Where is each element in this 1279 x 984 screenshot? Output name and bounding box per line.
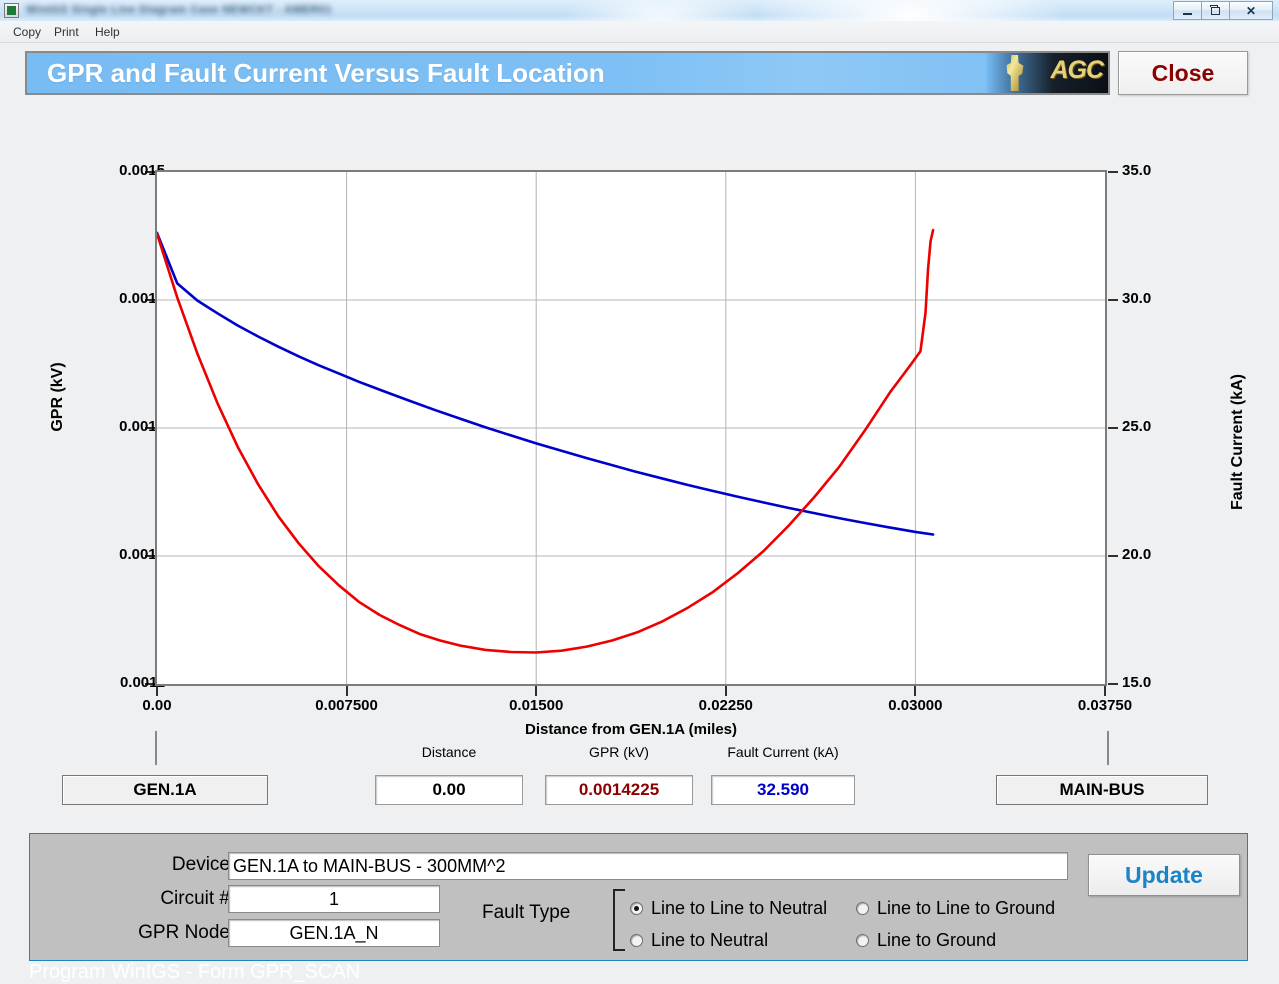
close-button[interactable]: Close xyxy=(1118,51,1248,95)
connector-right xyxy=(1107,731,1109,765)
series-layer xyxy=(155,228,935,654)
x-tick-label: 0.03000 xyxy=(888,697,943,714)
radio-line-to-neutral[interactable]: Line to Neutral xyxy=(630,930,768,951)
radio-line-to-line-to-neutral[interactable]: Line to Line to Neutral xyxy=(630,898,827,919)
os-title-bar: WinIGS Single Line Diagram Case NEWCKT -… xyxy=(0,0,1279,21)
update-button[interactable]: Update xyxy=(1088,854,1240,896)
distance-readout-value: 0.00 xyxy=(375,775,523,805)
circuit-label: Circuit # xyxy=(160,888,230,909)
gpr-node-label: GPR Node xyxy=(138,922,230,943)
form-header-banner: GPR and Fault Current Versus Fault Locat… xyxy=(25,51,1110,95)
close-icon: ✕ xyxy=(1245,3,1257,18)
app-icon xyxy=(4,3,19,18)
readout-row: GEN.1A MAIN-BUS Distance 0.00 GPR (kV) 0… xyxy=(0,731,1279,813)
device-label: Device xyxy=(171,854,230,875)
minimize-icon xyxy=(1183,12,1192,15)
status-text: Program WinIGS - Form GPR_SCAN xyxy=(29,961,361,983)
gpr-node-field[interactable]: GEN.1A_N xyxy=(228,919,440,947)
torch-icon xyxy=(1006,55,1024,91)
connector-left xyxy=(155,731,157,765)
radio-icon-unselected xyxy=(856,934,869,947)
minimize-button[interactable] xyxy=(1173,1,1202,20)
series-gpr xyxy=(155,231,935,536)
agc-logo-text: AGC xyxy=(1050,56,1104,84)
page-title: GPR and Fault Current Versus Fault Locat… xyxy=(47,58,605,88)
fault-current-readout-label: Fault Current (kA) xyxy=(727,744,839,760)
series-fault-current xyxy=(155,228,935,654)
close-button-label: Close xyxy=(1151,59,1215,86)
left-node-label: GEN.1A xyxy=(133,780,197,799)
titlebar-glare xyxy=(760,0,1060,21)
y-right-tickmark xyxy=(1108,427,1118,429)
y-right-tickmark xyxy=(1108,299,1118,301)
x-tick-label: 0.02250 xyxy=(698,697,753,714)
device-field[interactable]: GEN.1A to MAIN-BUS - 300MM^2 xyxy=(228,852,1068,880)
grid-layer xyxy=(157,172,1105,684)
menu-item-print[interactable]: Print xyxy=(49,24,84,40)
radio-line-to-line-to-ground[interactable]: Line to Line to Ground xyxy=(856,898,1055,919)
control-panel: Device GEN.1A to MAIN-BUS - 300MM^2 Circ… xyxy=(29,833,1248,961)
y-right-tick-label: 35.0 xyxy=(1122,162,1152,179)
menu-bar: Copy Print Help xyxy=(0,21,1279,43)
fault-type-bracket xyxy=(613,889,625,951)
window-controls: ✕ xyxy=(1173,1,1273,20)
y-right-tickmark xyxy=(1108,171,1118,173)
radio-label-line-to-neutral: Line to Neutral xyxy=(651,930,769,950)
gpr-readout-value: 0.0014225 xyxy=(545,775,693,805)
gpr-fault-current-chart: GPR (kV) Fault Current (kA) Distance fro… xyxy=(0,103,1279,753)
radio-line-to-ground[interactable]: Line to Ground xyxy=(856,930,996,951)
restore-button[interactable] xyxy=(1201,1,1230,20)
y-right-tick-label: 15.0 xyxy=(1122,674,1152,691)
menu-item-help[interactable]: Help xyxy=(90,24,125,40)
x-tick-label: 0.03750 xyxy=(1077,697,1133,714)
y-right-tickmark xyxy=(1108,683,1118,685)
right-node-box[interactable]: MAIN-BUS xyxy=(996,775,1208,805)
x-tick-label: 0.007500 xyxy=(315,697,378,714)
status-bar: Program WinIGS - Form GPR_SCAN xyxy=(0,961,1279,984)
radio-label-line-to-ground: Line to Ground xyxy=(877,930,997,950)
distance-readout-label: Distance xyxy=(421,744,477,760)
agc-logo: AGC xyxy=(986,53,1108,93)
titlebar-glare-secondary xyxy=(560,0,760,21)
x-tick-label: 0.00 xyxy=(142,697,172,714)
gpr-readout-label: GPR (kV) xyxy=(589,744,649,760)
window-close-button[interactable]: ✕ xyxy=(1229,1,1273,20)
restore-icon xyxy=(1210,4,1220,15)
y-right-tick-label: 25.0 xyxy=(1122,418,1152,435)
plot-area xyxy=(155,170,1107,686)
y-axis-left-label: GPR (kV) xyxy=(49,362,66,432)
fault-type-label: Fault Type xyxy=(482,902,571,923)
plot-svg xyxy=(155,172,1105,684)
radio-label-line-to-line-to-ground: Line to Line to Ground xyxy=(877,898,1056,918)
x-axis-label: Distance from GEN.1A (miles) xyxy=(0,721,1279,738)
x-axis-label-text: Distance from GEN.1A (miles) xyxy=(525,721,737,738)
y-right-tick-label: 20.0 xyxy=(1122,546,1152,563)
radio-icon-selected xyxy=(630,902,643,915)
radio-icon-unselected xyxy=(856,902,869,915)
radio-label-line-to-line-to-neutral: Line to Line to Neutral xyxy=(651,898,828,918)
y-right-tickmark xyxy=(1108,555,1118,557)
update-button-label: Update xyxy=(1125,861,1203,888)
circuit-field[interactable]: 1 xyxy=(228,885,440,913)
right-node-label: MAIN-BUS xyxy=(1059,780,1145,799)
y-right-tick-label: 30.0 xyxy=(1122,290,1152,307)
menu-item-copy[interactable]: Copy xyxy=(8,24,46,40)
os-window-title: WinIGS Single Line Diagram Case NEWCKT -… xyxy=(26,4,332,16)
y-axis-right-label: Fault Current (kA) xyxy=(1229,374,1246,510)
fault-current-readout-value: 32.590 xyxy=(711,775,855,805)
left-node-box[interactable]: GEN.1A xyxy=(62,775,268,805)
gpr-scan-form: GPR and Fault Current Versus Fault Locat… xyxy=(0,43,1279,984)
radio-icon-unselected xyxy=(630,934,643,947)
x-tick-label: 0.01500 xyxy=(509,697,564,714)
